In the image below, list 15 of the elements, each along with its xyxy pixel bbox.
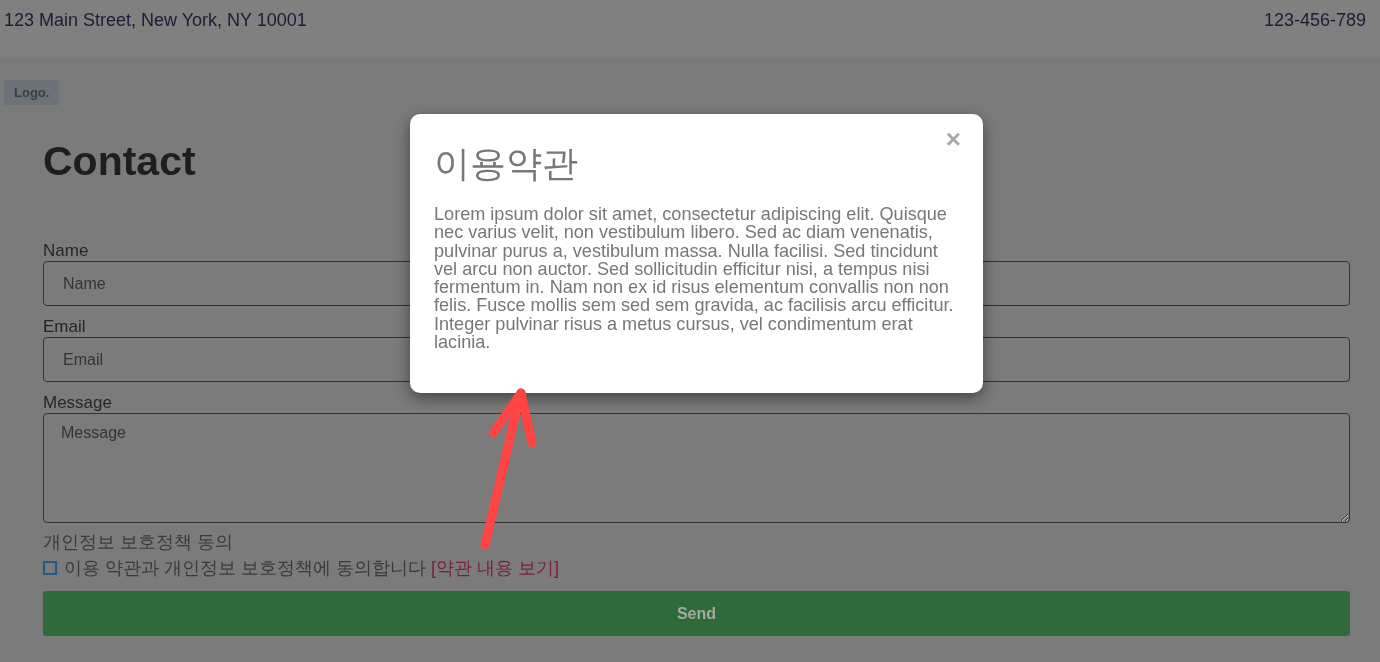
address-text: 123 Main Street, New York, NY 10001: [4, 9, 307, 31]
terms-link[interactable]: [약관 내용 보기]: [431, 557, 560, 579]
checkbox[interactable]: [43, 561, 57, 575]
modal-title: 이용약관: [434, 142, 578, 185]
field-label: Name: [43, 241, 89, 260]
phone-text: 123-456-789: [1263, 9, 1366, 31]
message-textarea[interactable]: Message: [43, 413, 1350, 523]
send-button[interactable]: Send: [43, 591, 1350, 636]
close-button[interactable]: ×: [945, 126, 961, 152]
modal-body-text: Lorem ipsum dolor sit amet, consectetur adipiscing elit. Quisque nec varius velit, non vestibulum libero. Sed ac diam venenatis, pulvinar purus a, vestibulum massa. Nulla facilisi. Sed tincidunt vel arcu non auctor. Sed sollicitudin efficitur nisi, a tempus nisi fermentum in. Nam non ex id risus elementum convallis non non felis. Fusce mollis sem sed sem gravida, ac facilisis arcu efficitur. Integer pulvinar risus a metus cursus, vel condimentum erat lacinia.: [434, 205, 955, 352]
field-label: Message: [43, 393, 112, 412]
field-label: Email: [43, 317, 86, 336]
consent-text: 이용 약관과 개인정보 보호정책에 동의합니다: [64, 557, 426, 579]
consent-heading: 개인정보 보호정책 동의: [43, 531, 233, 553]
page-title: Contact: [43, 137, 196, 186]
